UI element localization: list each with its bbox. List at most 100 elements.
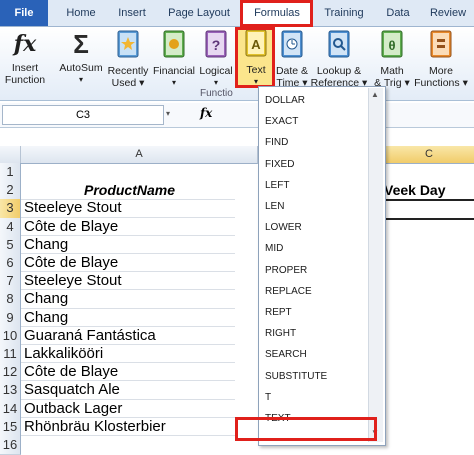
book-theta-icon: θ — [381, 30, 403, 58]
financial-button[interactable]: Financial ▾ — [150, 29, 198, 89]
row-header[interactable]: 15 — [0, 417, 21, 437]
insert-function-button[interactable]: fx Insert Function — [2, 29, 48, 86]
scroll-up-icon[interactable]: ▲ — [371, 90, 379, 99]
menu-item-find[interactable]: FIND — [265, 137, 288, 148]
menu-item-left[interactable]: LEFT — [265, 180, 289, 191]
svg-text:?: ? — [212, 37, 221, 53]
button-label: Insert — [11, 62, 39, 74]
row-header[interactable]: 3 — [0, 199, 21, 219]
text-button-highlight — [235, 27, 275, 88]
recently-used-button[interactable]: Recently Used ▾ — [104, 29, 152, 89]
product-cell[interactable]: Guaraná Fantástica — [21, 327, 235, 345]
row-header[interactable]: 7 — [0, 272, 21, 292]
text-item-highlight — [235, 417, 377, 441]
menu-item-t[interactable]: T — [265, 392, 271, 403]
select-all-corner[interactable] — [0, 146, 21, 164]
product-cell[interactable]: Chang — [21, 236, 235, 254]
row-header[interactable]: 4 — [0, 217, 21, 237]
row-header[interactable]: 11 — [0, 345, 21, 365]
product-cell[interactable]: Chang — [21, 309, 235, 327]
menu-item-right[interactable]: RIGHT — [265, 328, 296, 339]
button-label: Date & — [275, 65, 309, 77]
book-star-icon — [117, 30, 139, 58]
book-icon — [163, 30, 185, 58]
menu-item-len[interactable]: LEN — [265, 201, 284, 212]
row-header[interactable]: 6 — [0, 254, 21, 274]
button-label: Lookup & — [316, 65, 362, 77]
product-cell[interactable]: Steeleye Stout — [21, 199, 235, 218]
row-header[interactable]: 12 — [0, 363, 21, 383]
fx-icon: fx — [13, 31, 37, 57]
menu-item-substitute[interactable]: SUBSTITUTE — [265, 371, 327, 382]
formulas-tab-highlight — [240, 0, 313, 27]
name-box[interactable]: C3 — [2, 105, 164, 125]
book-more-icon — [430, 30, 452, 58]
menu-item-mid[interactable]: MID — [265, 243, 283, 254]
book-question-icon: ? — [205, 30, 227, 58]
menu-item-proper[interactable]: PROPER — [265, 265, 307, 276]
text-functions-dropdown: DOLLAR EXACT FIND FIXED LEFT LEN LOWER MID PROPE… — [258, 86, 386, 446]
row-header[interactable]: 2 — [0, 181, 21, 201]
product-cell[interactable]: Côte de Blaye — [21, 218, 235, 236]
book-search-icon — [328, 30, 350, 58]
menu-item-rept[interactable]: REPT — [265, 307, 292, 318]
product-cell[interactable]: Outback Lager — [21, 400, 235, 418]
worksheet-grid[interactable]: A C 1 2 3 4 5 6 7 8 9 10 11 12 13 14 15 16 Steeleye Sto… — [0, 146, 474, 455]
insert-function-fx-icon[interactable]: fx — [200, 106, 212, 120]
row-header[interactable]: 13 — [0, 381, 21, 401]
math-trig-button[interactable]: θ Math & Trig ▾ — [372, 29, 412, 89]
formula-bar: C3 ▾ fx — [0, 103, 474, 128]
sigma-icon: Σ — [73, 29, 89, 59]
tab-home[interactable]: Home — [56, 0, 106, 26]
row-header[interactable]: 10 — [0, 326, 21, 346]
svg-text:θ: θ — [388, 38, 395, 53]
button-label: Used — [111, 77, 137, 89]
column-header-a[interactable]: A — [21, 146, 258, 164]
tab-file[interactable]: File — [0, 0, 48, 26]
more-functions-button[interactable]: More Functions ▾ — [412, 29, 470, 89]
row-header[interactable]: 1 — [0, 163, 21, 183]
book-clock-icon — [281, 30, 303, 58]
lookup-reference-button[interactable]: Lookup & Reference ▾ — [310, 29, 368, 89]
button-label: AutoSum — [59, 62, 103, 74]
menu-item-lower[interactable]: LOWER — [265, 222, 302, 233]
button-label: Logical — [199, 65, 233, 77]
button-label: More — [429, 65, 453, 77]
row-header[interactable]: 9 — [0, 308, 21, 328]
product-cell[interactable]: Lakkalikööri — [21, 345, 235, 364]
product-cell[interactable]: Côte de Blaye — [21, 363, 235, 382]
function-library-group-label: Functio — [200, 88, 233, 99]
menu-item-fixed[interactable]: FIXED — [265, 159, 294, 170]
header-cell-week-day[interactable]: Veek Day — [384, 181, 446, 200]
row-header[interactable]: 5 — [0, 235, 21, 255]
logical-button[interactable]: ? Logical ▾ — [196, 29, 236, 89]
menu-item-replace[interactable]: REPLACE — [265, 286, 312, 297]
tab-review[interactable]: Review — [422, 0, 474, 26]
name-box-dropdown-icon[interactable]: ▾ — [166, 109, 170, 118]
row-header[interactable]: 16 — [0, 436, 21, 455]
dropdown-scrollbar[interactable]: ▲ ▼ — [368, 88, 383, 442]
selected-cell-c3[interactable] — [384, 199, 474, 220]
column-header-c[interactable]: C — [384, 146, 474, 164]
row-header[interactable]: 14 — [0, 399, 21, 419]
product-cell[interactable]: Sasquatch Ale — [21, 381, 235, 400]
row-header[interactable]: 8 — [0, 290, 21, 310]
menu-item-dollar[interactable]: DOLLAR — [265, 95, 305, 106]
button-label: Financial — [152, 65, 196, 77]
menu-item-exact[interactable]: EXACT — [265, 116, 298, 127]
date-time-button[interactable]: Date & Time ▾ — [274, 29, 310, 89]
menu-item-search[interactable]: SEARCH — [265, 349, 307, 360]
tab-training[interactable]: Training — [315, 0, 373, 26]
product-cell[interactable]: Steeleye Stout — [21, 272, 235, 291]
tab-page-layout[interactable]: Page Layout — [160, 0, 238, 26]
product-cell[interactable]: Côte de Blaye — [21, 254, 235, 273]
product-cell[interactable]: Rhönbräu Klosterbier — [21, 418, 235, 436]
autosum-button[interactable]: Σ AutoSum ▾ — [56, 29, 106, 86]
button-label: Functions — [414, 77, 460, 89]
product-cell[interactable]: Chang — [21, 290, 235, 309]
button-label: Recently — [107, 65, 149, 77]
button-label: Math — [380, 65, 404, 77]
tab-data[interactable]: Data — [378, 0, 418, 26]
tab-insert[interactable]: Insert — [108, 0, 156, 26]
header-cell-productname[interactable]: ProductName — [21, 181, 235, 200]
